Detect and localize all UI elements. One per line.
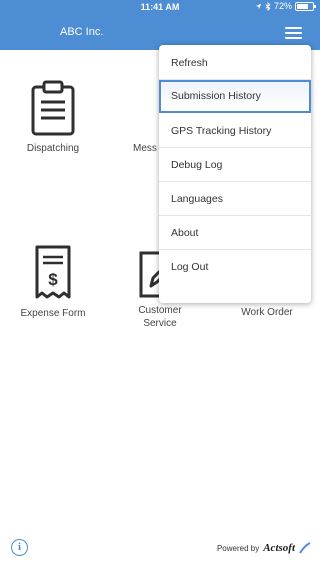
battery-icon xyxy=(295,1,316,11)
menu-hamburger-icon[interactable] xyxy=(285,27,302,39)
info-icon[interactable]: i xyxy=(11,539,28,556)
svg-text:$: $ xyxy=(48,270,58,289)
tile-label: Dispatching xyxy=(26,143,80,154)
tile-dispatching[interactable]: Dispatching xyxy=(6,80,100,155)
swoosh-icon xyxy=(299,542,311,554)
tile-label: Customer Service xyxy=(138,305,182,329)
dropdown-menu: Refresh Submission History GPS Tracking … xyxy=(159,45,311,303)
powered-by: Powered by Actsoft xyxy=(217,542,311,554)
menu-item-languages[interactable]: Languages xyxy=(159,183,311,216)
tile-expense-form[interactable]: $ Expense Form xyxy=(6,245,100,320)
status-bar: 11:41 AM 72% xyxy=(0,0,320,14)
clipboard-icon xyxy=(31,80,75,136)
powered-by-label: Powered by xyxy=(216,543,260,553)
location-arrow-icon xyxy=(255,3,262,9)
company-title: ABC Inc. xyxy=(60,26,104,38)
menu-item-about[interactable]: About xyxy=(159,217,311,250)
status-right: 72% xyxy=(255,1,316,11)
menu-item-refresh[interactable]: Refresh xyxy=(159,47,311,80)
menu-item-log-out[interactable]: Log Out xyxy=(159,251,311,284)
receipt-icon: $ xyxy=(35,245,71,299)
tile-label: Expense Form xyxy=(20,308,86,319)
menu-item-gps-tracking-history[interactable]: GPS Tracking History xyxy=(159,115,311,148)
actsoft-logo: Actsoft xyxy=(263,542,295,554)
menu-item-submission-history[interactable]: Submission History xyxy=(159,80,311,113)
menu-item-debug-log[interactable]: Debug Log xyxy=(159,149,311,182)
battery-percent: 72% xyxy=(273,1,292,11)
tile-label: Work Order xyxy=(241,307,293,318)
bluetooth-icon xyxy=(265,1,271,11)
